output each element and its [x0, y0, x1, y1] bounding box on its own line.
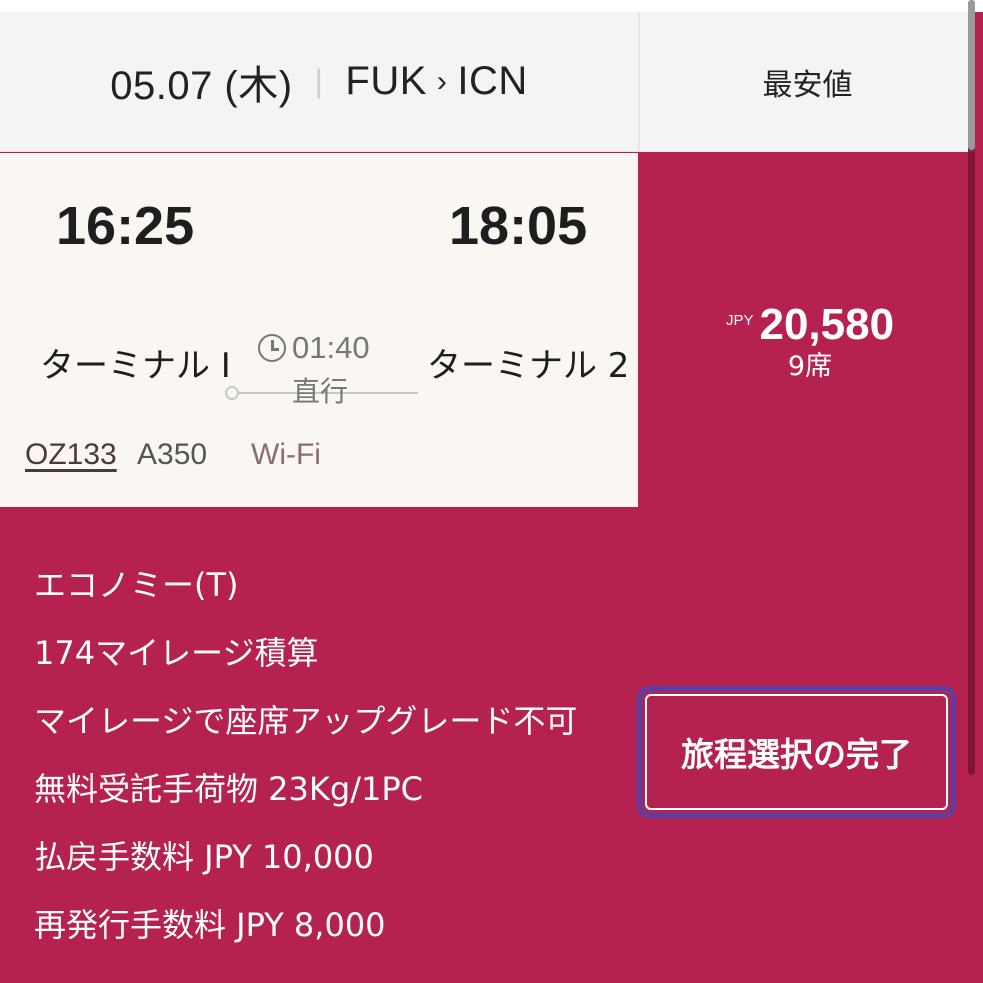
origin-code: FUK — [345, 59, 427, 103]
aircraft-type: A350 — [137, 438, 208, 471]
seats-remaining: 9席 — [787, 351, 833, 382]
baggage-allowance: 無料受託手荷物 23Kg/1PC — [34, 770, 423, 808]
price-amount: 20,580 — [759, 300, 895, 349]
departure-terminal: ターミナル I — [40, 346, 231, 386]
chevron-right-icon: › — [436, 64, 448, 98]
reissue-fee: 再発行手数料 JPY 8,000 — [34, 906, 386, 944]
fare-price: JPY 20,580 9席 — [640, 300, 980, 383]
clock-icon — [258, 334, 286, 362]
departure-time: 16:25 — [56, 196, 195, 256]
arrival-time: 18:05 — [449, 196, 588, 256]
fare-details-list: エコノミー(T) 174マイレージ積算 マイレージで座席アップグレード不可 無料… — [34, 563, 577, 971]
mileage-accrual: 174マイレージ積算 — [34, 634, 319, 672]
flight-date: 05.07 (木) — [110, 63, 293, 108]
refund-fee: 払戻手数料 JPY 10,000 — [34, 838, 374, 876]
wifi-amenity: Wi-Fi — [251, 438, 321, 471]
arrival-terminal: ターミナル 2 — [427, 346, 630, 386]
header-separator: | — [314, 63, 324, 99]
route-origin-dot — [225, 386, 239, 400]
stops-label: 直行 — [292, 375, 349, 408]
top-strip — [0, 0, 983, 12]
sort-lowest-price-tab[interactable]: 最安値 — [640, 12, 975, 152]
duration-value: 01:40 — [292, 330, 370, 365]
scrollbar-thumb-upper — [968, 0, 975, 150]
complete-button-focus-ring: 旅程選択の完了 — [637, 686, 956, 818]
sort-label: 最安値 — [762, 67, 853, 103]
destination-code: ICN — [457, 59, 528, 103]
flight-duration: 01:40 — [258, 330, 370, 366]
complete-itinerary-button[interactable]: 旅程選択の完了 — [645, 694, 948, 810]
price-currency: JPY — [725, 312, 754, 329]
flight-number-link[interactable]: OZ133 — [25, 438, 117, 472]
fare-class: エコノミー(T) — [34, 566, 239, 604]
itinerary-screen: 05.07 (木) | FUK › ICN 最安値 16:25 18:05 ター… — [0, 0, 983, 983]
route-header: 05.07 (木) | FUK › ICN — [0, 12, 638, 152]
upgrade-policy: マイレージで座席アップグレード不可 — [34, 702, 578, 740]
